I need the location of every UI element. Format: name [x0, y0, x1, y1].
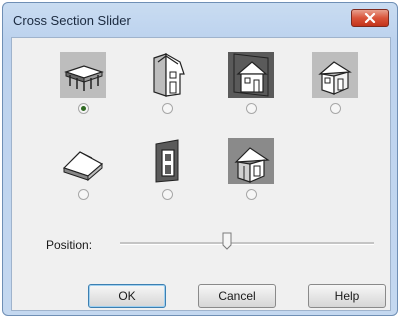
- house-perspective-section-icon: [228, 138, 274, 184]
- help-button[interactable]: Help: [308, 284, 386, 308]
- dialog-body: Position: OK Cancel Help: [11, 37, 391, 311]
- position-slider-track[interactable]: [120, 242, 374, 245]
- close-button[interactable]: [351, 9, 389, 27]
- section-option-5[interactable]: [56, 138, 110, 200]
- dialog-title: Cross Section Slider: [13, 13, 131, 28]
- wall-frame-section-icon: [144, 138, 190, 184]
- title-bar[interactable]: Cross Section Slider: [3, 3, 397, 37]
- radio-option-5[interactable]: [77, 189, 89, 200]
- close-icon: [364, 13, 376, 23]
- section-option-7[interactable]: [224, 138, 278, 200]
- house-dark-section-icon: [228, 52, 274, 98]
- house-outline-icon: [312, 52, 358, 98]
- radio-option-7[interactable]: [245, 189, 257, 200]
- cancel-button[interactable]: Cancel: [198, 284, 276, 308]
- ok-button[interactable]: OK: [88, 284, 166, 308]
- dialog-window: Cross Section Slider Position: OK Cancel…: [2, 2, 398, 316]
- radio-option-6[interactable]: [161, 189, 173, 200]
- slab-cross-section-icon: [60, 52, 106, 98]
- position-label: Position:: [46, 238, 93, 252]
- position-slider-thumb[interactable]: [222, 232, 232, 250]
- radio-option-4[interactable]: [329, 103, 341, 114]
- section-option-2[interactable]: [140, 52, 194, 114]
- section-option-1[interactable]: [56, 52, 110, 114]
- section-option-6[interactable]: [140, 138, 194, 200]
- radio-option-2[interactable]: [161, 103, 173, 114]
- radio-option-1[interactable]: [77, 103, 89, 114]
- roof-section-icon: [60, 138, 106, 184]
- section-option-4[interactable]: [308, 52, 362, 114]
- house-wall-section-icon: [144, 52, 190, 98]
- section-option-3[interactable]: [224, 52, 278, 114]
- radio-option-3[interactable]: [245, 103, 257, 114]
